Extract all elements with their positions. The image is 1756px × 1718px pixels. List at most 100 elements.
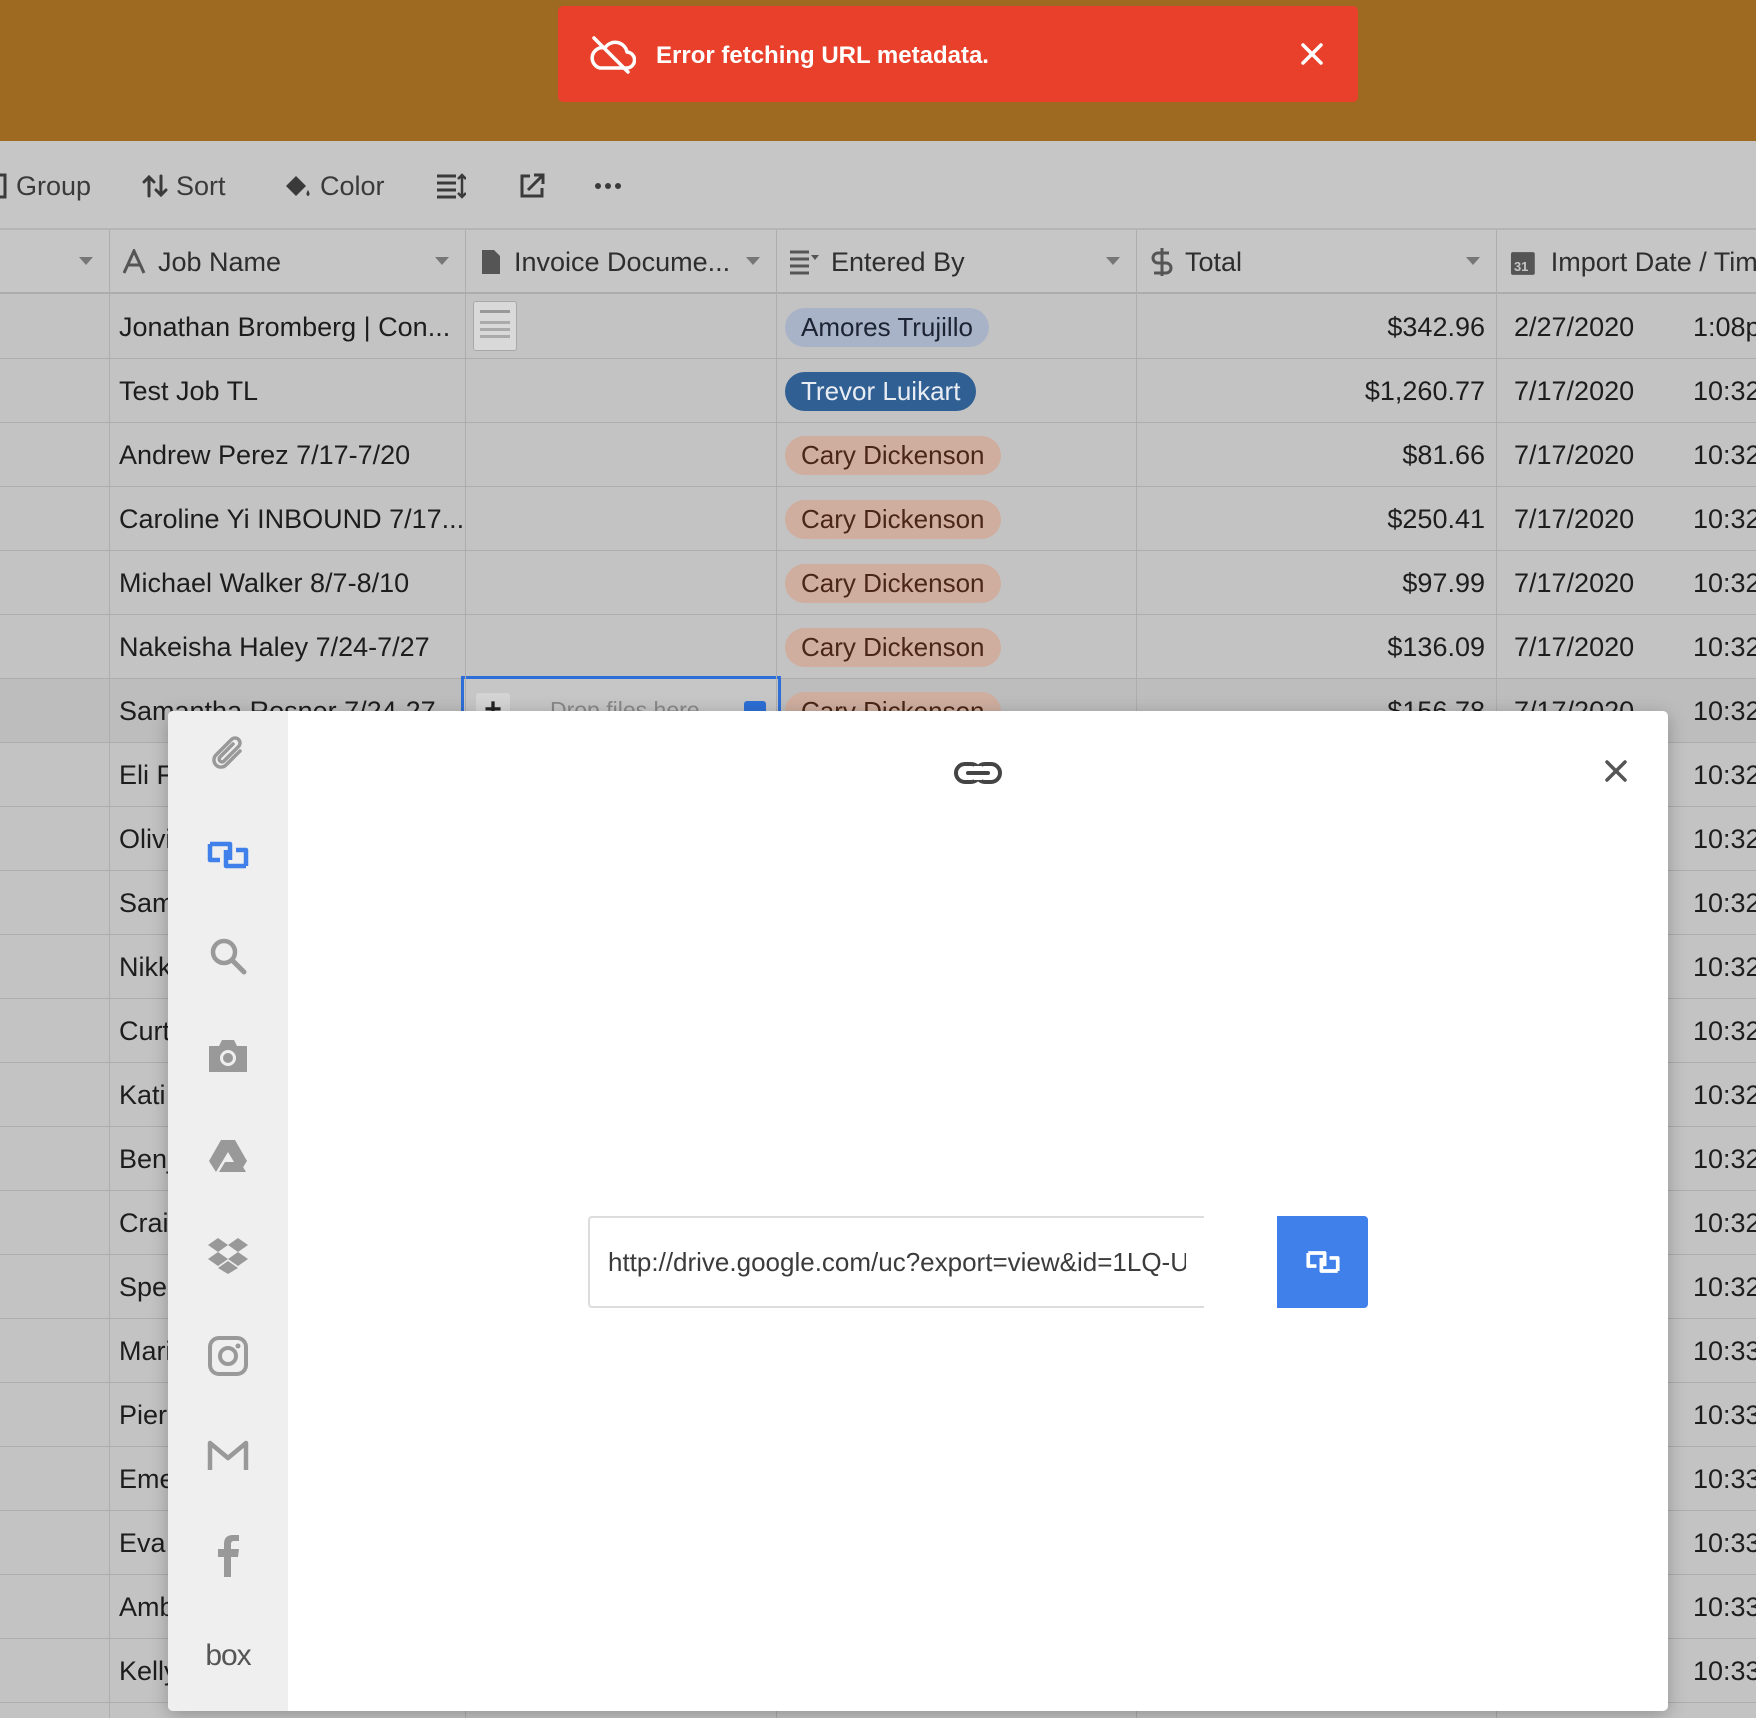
- cell-import-time[interactable]: 10:33: [1677, 1447, 1756, 1511]
- cell-import-time-text: 10:32: [1693, 375, 1756, 406]
- add-link-button[interactable]: [1277, 1216, 1368, 1308]
- source-facebook[interactable]: [198, 1526, 258, 1586]
- table-row[interactable]: Caroline Yi INBOUND 7/17... Cary Dickenso…: [0, 487, 1756, 551]
- cell-import-date[interactable]: 7/17/2020: [1497, 615, 1677, 679]
- gmail-icon: [207, 1440, 249, 1470]
- chevron-down-icon: [1106, 257, 1120, 265]
- cell-import-time-text: 1:08p: [1693, 311, 1756, 342]
- cell-import-time[interactable]: 10:32: [1677, 359, 1756, 423]
- cell-import-time-text: 10:32: [1693, 1207, 1756, 1238]
- source-box[interactable]: box: [198, 1626, 258, 1686]
- cell-import-time[interactable]: 10:32: [1677, 1255, 1756, 1319]
- cell-entered-by[interactable]: Cary Dickenson: [785, 615, 1125, 679]
- paint-bucket-icon: [286, 176, 310, 196]
- color-button[interactable]: Color: [282, 171, 385, 201]
- sort-icon: [142, 174, 168, 198]
- cell-import-time[interactable]: 10:32: [1677, 1127, 1756, 1191]
- column-header-invoice[interactable]: Invoice Docume...: [466, 230, 777, 294]
- cell-total[interactable]: $81.66: [1137, 423, 1497, 487]
- cell-import-date[interactable]: 7/17/2020: [1497, 423, 1677, 487]
- group-button[interactable]: Group: [0, 171, 91, 201]
- link-icon: [1305, 1251, 1340, 1273]
- cell-entered-by[interactable]: Cary Dickenson: [785, 551, 1125, 615]
- source-webcam[interactable]: [198, 1026, 258, 1086]
- instagram-icon: [208, 1336, 248, 1376]
- chevron-down-icon: [1466, 257, 1480, 265]
- cell-job-name-text: Test Job TL: [119, 375, 259, 406]
- cell-import-time-text: 10:32: [1693, 887, 1756, 918]
- table-row[interactable]: Andrew Perez 7/17-7/20 Cary Dickenson $81.…: [0, 423, 1756, 487]
- cell-import-time[interactable]: 10:33: [1677, 1575, 1756, 1639]
- cell-entered-by[interactable]: Amores Trujillo: [785, 295, 1125, 359]
- cell-import-time[interactable]: 10:32: [1677, 1191, 1756, 1255]
- cell-import-time[interactable]: 10:32: [1677, 871, 1756, 935]
- cell-import-time[interactable]: 10:32: [1677, 1063, 1756, 1127]
- table-row[interactable]: Test Job TL Trevor Luikart $1,260.77 7/17/2…: [0, 359, 1756, 423]
- modal-close-icon[interactable]: [1598, 753, 1634, 789]
- source-dropbox[interactable]: [198, 1226, 258, 1286]
- cell-job-name-text: Eli F: [119, 759, 173, 790]
- header-primary-spacer[interactable]: [0, 230, 110, 294]
- source-gmail[interactable]: [198, 1426, 258, 1486]
- url-input[interactable]: [588, 1216, 1204, 1308]
- cell-import-date[interactable]: 7/17/2020: [1497, 551, 1677, 615]
- cell-import-time[interactable]: 10:32: [1677, 999, 1756, 1063]
- column-header-job-name[interactable]: Job Name: [110, 230, 466, 294]
- cell-import-time[interactable]: 10:33: [1677, 1383, 1756, 1447]
- cell-import-time[interactable]: 10:32: [1677, 551, 1756, 615]
- cell-job-name[interactable]: Michael Walker 8/7-8/10: [110, 551, 466, 615]
- cell-job-name[interactable]: Nakeisha Haley 7/24-7/27: [110, 615, 466, 679]
- cell-job-name-text: Curt: [119, 1015, 171, 1046]
- toast-close-icon[interactable]: [1294, 36, 1330, 72]
- cell-job-name-text: Jonathan Bromberg | Con...: [119, 311, 451, 342]
- user-pill: Cary Dickenson: [785, 435, 1001, 475]
- cell-import-time[interactable]: 10:33: [1677, 1511, 1756, 1575]
- source-web-search[interactable]: [198, 926, 258, 986]
- source-link[interactable]: [198, 825, 258, 885]
- cell-import-date[interactable]: 7/17/2020: [1497, 487, 1677, 551]
- cell-import-time[interactable]: 10:32: [1677, 679, 1756, 743]
- column-header-total[interactable]: Total: [1137, 230, 1497, 294]
- table-row[interactable]: Nakeisha Haley 7/24-7/27 Cary Dickenson $1…: [0, 615, 1756, 679]
- cell-total[interactable]: $342.96: [1137, 295, 1497, 359]
- cell-job-name[interactable]: Test Job TL: [110, 359, 466, 423]
- column-header-import-date[interactable]: 31 Import Date / Tim: [1497, 230, 1756, 294]
- source-instagram[interactable]: [198, 1326, 258, 1386]
- cell-entered-by[interactable]: Cary Dickenson: [785, 487, 1125, 551]
- column-header-entered-by[interactable]: Entered By: [777, 230, 1137, 294]
- cell-entered-by[interactable]: Trevor Luikart: [785, 359, 1125, 423]
- cell-import-time[interactable]: 10:32: [1677, 487, 1756, 551]
- source-my-computer[interactable]: [198, 725, 258, 785]
- cell-import-time[interactable]: 10:33: [1677, 1639, 1756, 1703]
- chevron-down-icon: [79, 257, 93, 265]
- cell-total[interactable]: $136.09: [1137, 615, 1497, 679]
- cell-import-time[interactable]: 10:32: [1677, 935, 1756, 999]
- cell-import-time-text: 10:32: [1693, 695, 1756, 726]
- cell-total[interactable]: $250.41: [1137, 487, 1497, 551]
- more-button[interactable]: [594, 171, 630, 201]
- row-height-button[interactable]: [436, 171, 474, 201]
- cell-entered-by[interactable]: Cary Dickenson: [785, 423, 1125, 487]
- cell-import-time[interactable]: 10:32: [1677, 615, 1756, 679]
- cell-job-name-text: Pier: [119, 1399, 168, 1430]
- cell-job-name[interactable]: Jonathan Bromberg | Con...: [110, 295, 466, 359]
- cell-job-name[interactable]: Caroline Yi INBOUND 7/17...: [110, 487, 466, 551]
- cell-import-time[interactable]: 10:32: [1677, 807, 1756, 871]
- cell-import-date[interactable]: 7/17/2020: [1497, 359, 1677, 423]
- table-row[interactable]: Michael Walker 8/7-8/10 Cary Dickenson $97…: [0, 551, 1756, 615]
- share-view-button[interactable]: [518, 171, 554, 201]
- table-row[interactable]: Jonathan Bromberg | Con... Amores Trujill…: [0, 295, 1756, 359]
- cell-import-time[interactable]: 10:32: [1677, 743, 1756, 807]
- cell-import-time[interactable]: 1:08p: [1677, 295, 1756, 359]
- cell-job-name[interactable]: Andrew Perez 7/17-7/20: [110, 423, 466, 487]
- cell-total[interactable]: $97.99: [1137, 551, 1497, 615]
- invoice-thumbnail[interactable]: [473, 301, 517, 351]
- cell-import-date[interactable]: 2/27/2020: [1497, 295, 1677, 359]
- sort-button[interactable]: Sort: [142, 171, 226, 201]
- cell-total[interactable]: $1,260.77: [1137, 359, 1497, 423]
- google-drive-icon: [209, 1140, 247, 1172]
- cell-import-time[interactable]: 10:32: [1677, 423, 1756, 487]
- cell-import-time-text: 10:33: [1693, 1335, 1756, 1366]
- cell-import-time[interactable]: 10:33: [1677, 1319, 1756, 1383]
- source-google-drive[interactable]: [198, 1126, 258, 1186]
